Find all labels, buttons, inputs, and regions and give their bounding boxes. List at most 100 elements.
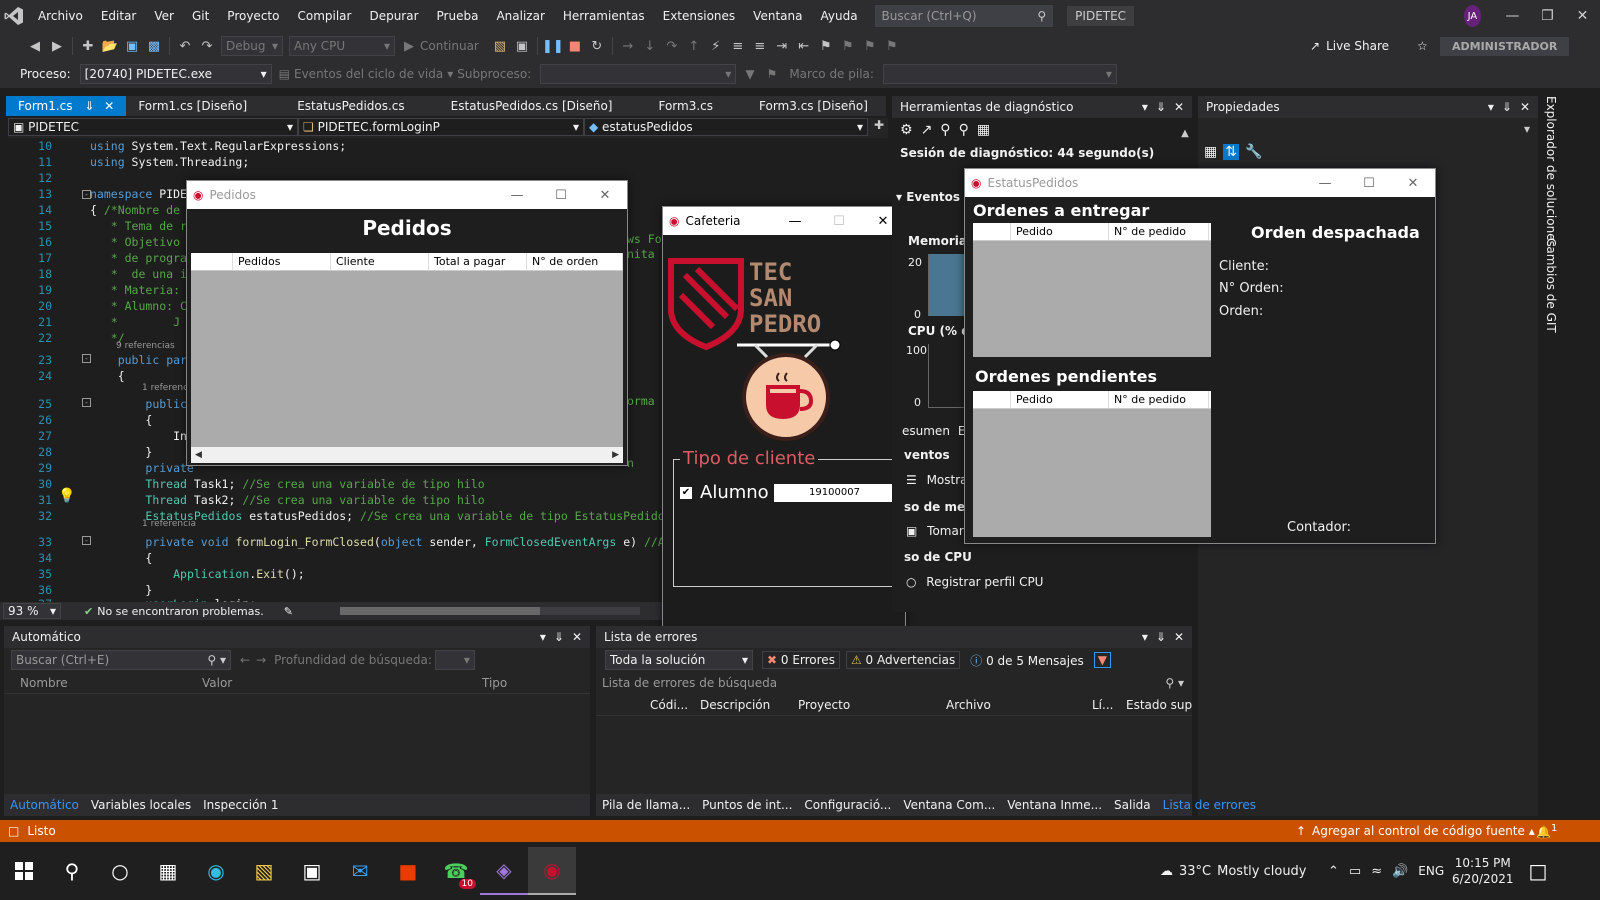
tab-immediate-window[interactable]: Ventana Inme... [1001,798,1108,812]
step-over-icon[interactable]: ↷ [662,36,682,56]
code-text[interactable]: Application.Exit(); [90,566,305,582]
avatar[interactable]: JA [1464,5,1481,27]
filter-icon[interactable]: ▼ [745,67,754,81]
col-header[interactable]: Archivo [946,698,1092,712]
vertical-scrollbar[interactable]: ▲ [1178,128,1192,168]
prev-bookmark-icon[interactable]: ⚑ [860,36,880,56]
file-explorer-icon[interactable]: ▧ [240,847,288,895]
hot-reload-icon[interactable]: ⚡ [706,36,726,56]
side-tab-solution-explorer[interactable]: Explorador de soluciones [1544,96,1558,247]
task-view-icon[interactable]: ▦ [144,847,192,895]
chevron-down-icon[interactable]: ▾ [540,630,546,644]
open-folder-icon[interactable]: 📂 [100,36,120,56]
problems-status[interactable]: No se encontraron problemas. [97,605,263,618]
tab-form1-design[interactable]: Form1.cs [Diseño] [126,96,259,116]
tab-estatus-cs[interactable]: EstatusPedidos.cs [285,96,416,116]
pin-icon[interactable]: ⇓ [1156,630,1166,644]
search-icon[interactable]: ⚲ [48,847,96,895]
pin-icon[interactable]: ⇓ [1156,100,1166,114]
tab-watch[interactable]: Inspección 1 [197,798,284,812]
maximize-icon[interactable]: ❐ [1530,8,1565,24]
menu-herramientas[interactable]: Herramientas [554,0,654,32]
uncomment-icon[interactable]: ≡ [750,36,770,56]
code-text[interactable]: * Objetivo [90,234,180,250]
col-header[interactable]: Pedidos [233,253,331,270]
alphabetical-icon[interactable]: ⇅ [1223,144,1239,160]
new-item-icon[interactable]: ✚ [78,36,98,56]
scope-select[interactable]: Toda la solución ▾ [605,650,753,670]
pidetec-app-icon[interactable]: ◉ [528,847,576,895]
code-text[interactable]: * de una i [90,266,187,282]
horizontal-scrollbar[interactable]: ◀ ▶ [191,447,623,463]
brush-icon[interactable]: ✎ [284,605,293,618]
gear-icon[interactable]: ⚙ [900,122,913,138]
language-indicator[interactable]: ENG [1418,864,1444,878]
code-text[interactable]: * Tema de r [90,218,187,234]
code-text[interactable]: { /*Nombre de [90,202,180,218]
scroll-left-icon[interactable]: ◀ [195,450,202,460]
alumno-checkbox[interactable]: ✔ [680,486,692,499]
maximize-icon[interactable]: ☐ [817,214,861,229]
zoom-out-icon[interactable]: ⚲ [959,122,969,138]
close-icon[interactable]: ✕ [104,99,114,113]
code-text[interactable]: using System.Threading; [90,154,249,170]
categorized-icon[interactable]: ▦ [1204,144,1217,160]
menu-ventana[interactable]: Ventana [744,0,811,32]
save-icon[interactable]: ▣ [122,36,142,56]
code-lens-references[interactable]: 9 referencias [116,341,175,351]
error-search-input[interactable]: Lista de errores de búsqueda ⚲ ▾ [596,672,1192,694]
comment-icon[interactable]: ≡ [728,36,748,56]
clear-bookmarks-icon[interactable]: ⚑ [882,36,902,56]
col-header[interactable]: Total a pagar [429,253,527,270]
warnings-filter-button[interactable]: ⚠ 0 Advertencias [845,651,961,669]
zoom-in-icon[interactable]: ⚲ [940,122,950,138]
pin-icon[interactable]: ⇓ [554,630,564,644]
col-header[interactable]: Valor [202,676,482,690]
weather-widget[interactable]: ☁ 33°C Mostly cloudy [1160,864,1307,879]
visual-studio-icon[interactable]: ◈ [480,847,528,895]
code-text[interactable]: Thread Task2; //Se crea una variable de … [90,492,484,508]
split-icon[interactable]: ✚ [874,118,884,138]
restart-icon[interactable]: ↻ [587,36,607,56]
feedback-icon[interactable]: ☆ [1417,39,1428,53]
col-header[interactable]: Cliente [331,253,429,270]
code-text[interactable]: public [90,396,187,412]
chevron-down-icon[interactable]: ▾ [1142,100,1148,114]
windows-start-icon[interactable] [0,847,48,895]
code-text[interactable]: Thread Task1; //Se crea una variable de … [90,476,484,492]
mail-icon[interactable]: ✉ [336,847,384,895]
menu-prueba[interactable]: Prueba [428,0,488,32]
menu-extensiones[interactable]: Extensiones [654,0,745,32]
maximize-icon[interactable]: ☐ [1347,176,1391,191]
tab-breakpoints[interactable]: Puntos de int... [696,798,798,812]
tab-call-stack[interactable]: Pila de llama... [596,798,696,812]
student-id-input[interactable]: 19100007 [774,484,895,502]
scroll-right-icon[interactable]: ▶ [612,450,619,460]
menu-git[interactable]: Git [183,0,218,32]
pin-icon[interactable]: ⇓ [1502,100,1512,114]
take-snapshot-button[interactable]: ▣ Tomar [906,524,964,538]
chevron-down-icon[interactable]: ▾ [1142,630,1148,644]
stack-frame-select[interactable]: ▾ [882,64,1117,84]
tab-autos[interactable]: Automático [4,798,85,812]
platform-select[interactable]: Any CPU ▾ [289,36,395,56]
col-header[interactable]: Lí... [1092,698,1126,712]
record-cpu-profile-button[interactable]: ○ Registrar perfil CPU [906,575,1043,589]
code-text[interactable]: using System.Text.RegularExpressions; [90,138,346,154]
code-line[interactable]: 10 using System.Text.RegularExpressions; [0,138,880,154]
tab-form3-cs[interactable]: Form3.cs [646,96,725,116]
code-text[interactable]: private void formLogin_FormClosed(object… [90,534,699,550]
pending-grid[interactable]: Pedido N° de pedido [973,391,1211,537]
play-icon[interactable]: ▶ [399,36,419,56]
col-header[interactable]: Proyecto [798,698,946,712]
build-filter-icon[interactable]: ▼ [1093,652,1111,668]
menu-proyecto[interactable]: Proyecto [218,0,288,32]
tray-chevron-icon[interactable]: ⌃ [1328,864,1339,879]
next-bookmark-icon[interactable]: ⚑ [838,36,858,56]
chevron-down-icon[interactable]: ▾ [1488,100,1494,114]
redo-icon[interactable]: ↷ [197,36,217,56]
action-center-icon[interactable]: □ [1514,847,1562,895]
class-select[interactable]: ❏ PIDETEC.formLoginP ▾ [298,118,584,136]
stop-icon[interactable]: ■ [565,36,585,56]
step-into-icon[interactable]: ↓ [640,36,660,56]
